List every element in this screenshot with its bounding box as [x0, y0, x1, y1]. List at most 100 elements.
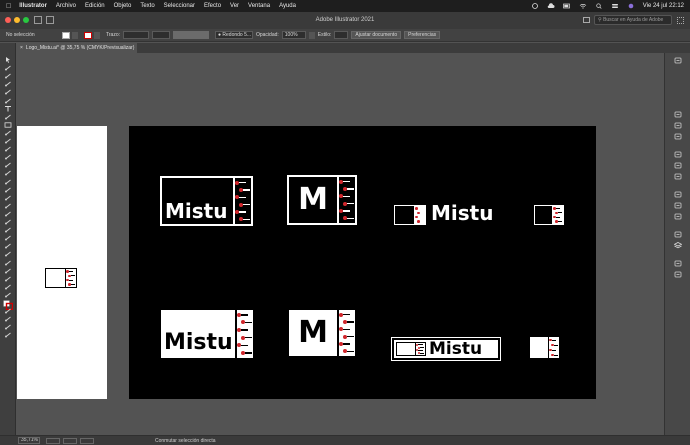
eyedropper-icon[interactable]	[4, 227, 12, 233]
menu-seleccionar[interactable]: Seleccionar	[164, 3, 195, 9]
perspective-grid-icon[interactable]	[4, 203, 12, 209]
canvas-area[interactable]: Mistu M Mistu Mistu M Mistu	[17, 53, 663, 435]
graphic-styles-panel-icon[interactable]	[674, 231, 682, 238]
document-setup-button[interactable]: Ajustar documento	[351, 31, 402, 39]
artboards-panel-icon[interactable]	[674, 260, 682, 267]
stroke-weight-field[interactable]	[122, 31, 149, 39]
slice-tool-icon[interactable]	[4, 268, 12, 274]
menu-efecto[interactable]: Efecto	[204, 3, 221, 9]
close-tab-icon[interactable]: ×	[20, 45, 23, 51]
swatches-panel-icon[interactable]	[674, 133, 682, 140]
rotate-tool-icon[interactable]	[4, 162, 12, 168]
column-graph-icon[interactable]	[4, 251, 12, 257]
variable-width-field[interactable]	[151, 31, 170, 39]
artboard-navigator[interactable]	[63, 437, 77, 444]
stroke-panel-icon[interactable]	[674, 173, 682, 180]
style-label[interactable]: Estilo:	[318, 32, 332, 38]
apple-menu-icon[interactable]: 	[6, 3, 11, 10]
logo-icon-filled-row2-right[interactable]	[527, 334, 562, 361]
hand-tool-icon[interactable]	[4, 276, 12, 282]
menu-edicion[interactable]: Edición	[85, 3, 105, 9]
pen-tool-icon[interactable]	[4, 89, 12, 95]
zoom-field[interactable]: 35,71%	[18, 437, 40, 444]
artboard-white[interactable]	[17, 126, 107, 399]
properties-panel-icon[interactable]	[674, 57, 682, 64]
logo-icon-on-white[interactable]	[45, 268, 77, 288]
logo-horizontal-filled[interactable]: Mistu	[391, 337, 501, 361]
siri-icon[interactable]	[627, 3, 635, 9]
libraries-panel-icon[interactable]	[674, 111, 682, 118]
opacity-dropdown[interactable]	[308, 31, 315, 39]
artboard-number-field[interactable]	[80, 437, 94, 444]
eraser-tool-icon[interactable]	[4, 154, 12, 160]
stroke-profile-preview[interactable]	[172, 31, 209, 39]
zoom-tool-icon[interactable]	[4, 284, 12, 290]
wifi-icon[interactable]	[579, 3, 587, 9]
stroke-label[interactable]: Trazo:	[106, 32, 120, 38]
appearance-panel-icon[interactable]	[674, 213, 682, 220]
search-icon[interactable]	[595, 3, 603, 9]
brushes-panel-icon[interactable]	[674, 151, 682, 158]
artboard-black[interactable]: Mistu M Mistu Mistu M Mistu	[129, 126, 596, 399]
logo-horizontal-icon[interactable]	[396, 342, 426, 356]
asset-export-panel-icon[interactable]	[674, 271, 682, 278]
menu-texto[interactable]: Texto	[140, 3, 154, 9]
screen-mode-icon[interactable]	[4, 332, 12, 338]
scale-tool-icon[interactable]	[4, 170, 12, 176]
shaper-tool-icon[interactable]	[4, 138, 12, 144]
logo-icon-outline-row1-right[interactable]	[534, 205, 564, 225]
stroke-dropdown[interactable]	[94, 31, 100, 39]
logo-wordmark-filled[interactable]: Mistu	[156, 305, 258, 363]
fill-dropdown[interactable]	[72, 31, 78, 39]
cloud-icon[interactable]	[547, 3, 555, 9]
rotate-view-field[interactable]	[46, 437, 60, 444]
shape-builder-icon[interactable]	[4, 195, 12, 201]
width-tool-icon[interactable]	[4, 179, 12, 185]
opacity-field[interactable]: 100%	[281, 31, 306, 39]
stroke-color-swatch[interactable]	[84, 31, 92, 39]
magic-wand-icon[interactable]	[4, 73, 12, 79]
logo-wordmark-standalone[interactable]: Mistu	[431, 203, 493, 223]
creative-cloud-icon[interactable]	[531, 3, 539, 9]
logo-wordmark-outline[interactable]: Mistu	[160, 176, 253, 226]
layers-panel-icon[interactable]	[674, 242, 682, 249]
symbols-panel-icon[interactable]	[674, 162, 682, 169]
logo-icon-outline-row1-left[interactable]	[394, 205, 426, 225]
selection-tool-icon[interactable]	[4, 57, 12, 63]
rectangle-tool-icon[interactable]	[4, 122, 12, 128]
battery-icon[interactable]	[562, 3, 571, 9]
preferences-button[interactable]: Preferencias	[404, 31, 441, 39]
menu-objeto[interactable]: Objeto	[114, 3, 132, 9]
menu-archivo[interactable]: Archivo	[56, 3, 76, 9]
pencil-tool-icon[interactable]	[4, 146, 12, 152]
curvature-tool-icon[interactable]	[4, 98, 12, 104]
logo-letter-filled[interactable]: M	[284, 305, 360, 361]
symbol-sprayer-icon[interactable]	[4, 243, 12, 249]
opacity-label[interactable]: Opacidad:	[256, 32, 279, 38]
graphic-style-field[interactable]	[334, 31, 349, 39]
free-transform-icon[interactable]	[4, 187, 12, 193]
lasso-icon[interactable]	[4, 81, 12, 87]
type-tool-icon[interactable]	[4, 105, 12, 112]
transparency-panel-icon[interactable]	[674, 202, 682, 209]
paintbrush-icon[interactable]	[4, 130, 12, 136]
artboard-tool-icon[interactable]	[4, 260, 12, 266]
mesh-tool-icon[interactable]	[4, 211, 12, 217]
swap-fill-stroke-icon[interactable]	[4, 308, 12, 314]
workspace-switcher-icon[interactable]	[677, 17, 684, 24]
menu-ver[interactable]: Ver	[230, 3, 239, 9]
control-center-icon[interactable]	[611, 3, 619, 9]
color-panel-icon[interactable]	[674, 122, 682, 129]
line-tool-icon[interactable]	[4, 114, 12, 120]
share-icon[interactable]	[583, 17, 590, 23]
blend-tool-icon[interactable]	[4, 235, 12, 241]
menu-ventana[interactable]: Ventana	[248, 3, 270, 9]
draw-mode-icon[interactable]	[4, 324, 12, 330]
logo-letter-outline[interactable]: M	[287, 175, 357, 225]
color-mode-icon[interactable]	[4, 316, 12, 322]
brush-definition-field[interactable]: ● Redondo 5...	[214, 31, 253, 39]
help-search-input[interactable]: ⚲ Buscar en Ayuda de Adobe	[594, 15, 672, 25]
menu-ayuda[interactable]: Ayuda	[279, 3, 296, 9]
edit-toolbar-icon[interactable]	[4, 292, 12, 298]
direct-selection-tool-icon[interactable]	[4, 65, 12, 71]
